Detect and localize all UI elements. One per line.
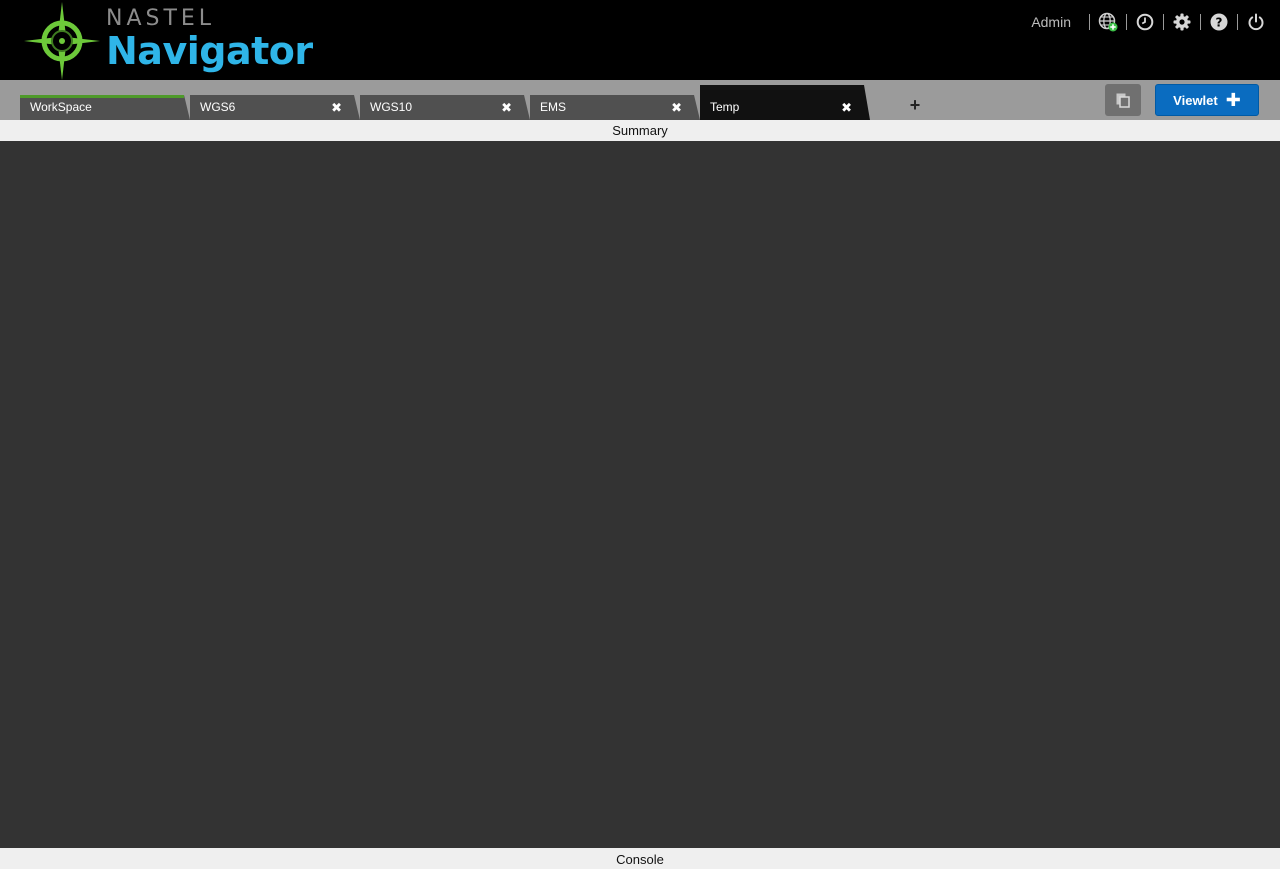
clock-icon[interactable] [1135, 12, 1155, 32]
tab-label: WorkSpace [30, 100, 92, 114]
tab-temp[interactable]: Temp ✖ [700, 85, 870, 120]
gear-icon[interactable] [1172, 12, 1192, 32]
summary-label: Summary [612, 123, 668, 138]
svg-text:?: ? [1216, 15, 1223, 29]
tab-workspace[interactable]: WorkSpace [20, 95, 190, 120]
add-viewlet-button[interactable]: Viewlet ✚ [1155, 84, 1259, 116]
viewlet-button-label: Viewlet [1173, 92, 1218, 108]
close-icon[interactable]: ✖ [841, 99, 852, 117]
compass-logo-icon [24, 2, 100, 80]
header-divider [1126, 14, 1127, 30]
header-divider [1200, 14, 1201, 30]
workspace-tab-bar: WorkSpace WGS6 ✖ WGS10 ✖ EMS ✖ Temp ✖ [0, 80, 1280, 120]
tab-label: WGS10 [370, 100, 413, 114]
nastel-navigator-logo[interactable]: NASTEL Navigator [22, 2, 313, 80]
logo-bottom-text: Navigator [106, 29, 313, 73]
tab-label: WGS6 [200, 100, 236, 114]
console-label: Console [616, 852, 664, 867]
close-icon[interactable]: ✖ [331, 99, 342, 117]
summary-panel-header[interactable]: Summary [0, 120, 1280, 141]
copy-icon [1116, 93, 1130, 108]
user-name[interactable]: Admin [1031, 14, 1071, 30]
tab-ems[interactable]: EMS ✖ [530, 95, 700, 120]
copy-viewlet-button[interactable] [1105, 84, 1141, 116]
header-user-area: Admin ? [1031, 0, 1280, 44]
app-header: NASTEL Navigator Admin ? [0, 0, 1280, 80]
help-icon[interactable]: ? [1209, 12, 1229, 32]
logo-top-text: NASTEL [106, 6, 216, 31]
tab-wgs10[interactable]: WGS10 ✖ [360, 95, 530, 120]
header-divider [1089, 14, 1090, 30]
console-panel-header[interactable]: Console [0, 848, 1280, 869]
close-icon[interactable]: ✖ [671, 99, 682, 117]
plus-icon: ✚ [1225, 90, 1241, 110]
header-divider [1237, 14, 1238, 30]
header-divider [1163, 14, 1164, 30]
close-icon[interactable]: ✖ [501, 99, 512, 117]
globe-add-icon[interactable] [1098, 12, 1118, 32]
viewlet-content-area [0, 141, 1280, 848]
power-icon[interactable] [1246, 12, 1266, 32]
add-tab-button[interactable]: + [906, 95, 924, 115]
tab-label: EMS [540, 100, 567, 114]
tab-wgs6[interactable]: WGS6 ✖ [190, 95, 360, 120]
